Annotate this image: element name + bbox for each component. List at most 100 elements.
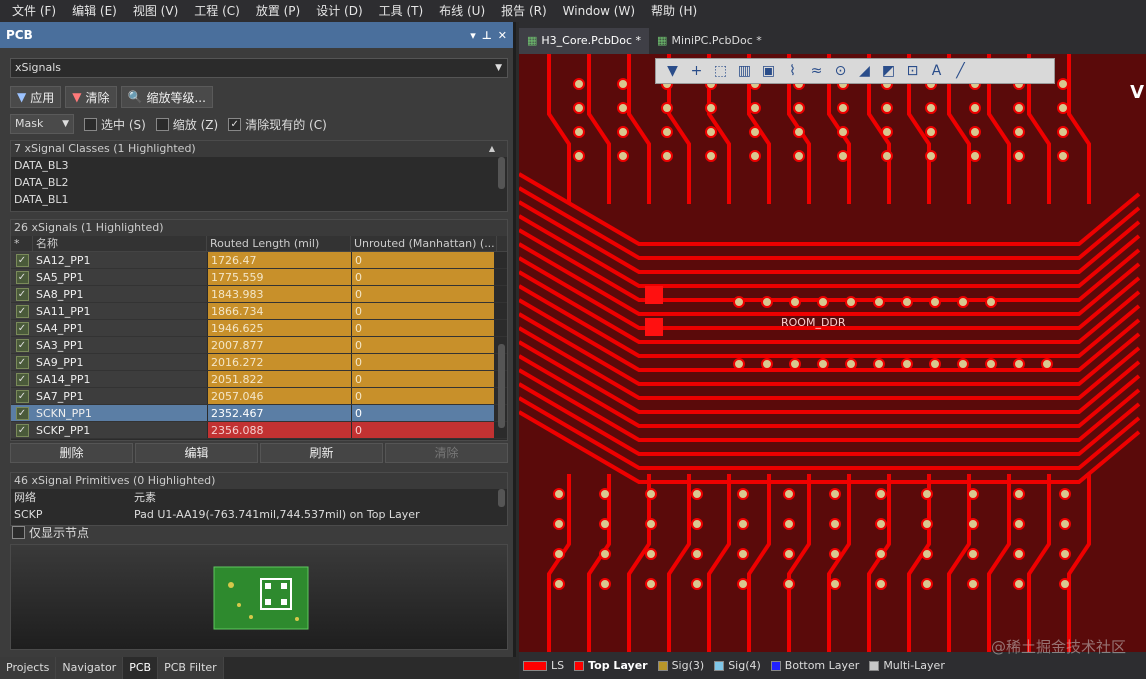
checkbox-box-checked[interactable]: ✓ xyxy=(15,270,29,284)
class-item[interactable]: DATA_BL2 xyxy=(11,174,507,191)
doc-tab-minipc[interactable]: ▦ MiniPC.PcbDoc * xyxy=(649,28,770,54)
area-icon[interactable]: ◩ xyxy=(878,61,899,81)
menu-window[interactable]: Window (W) xyxy=(555,0,643,22)
primitive-row[interactable]: SCKP Pad U1-AA19(-763.741mil,744.537mil)… xyxy=(11,506,507,523)
select-checkbox[interactable]: 选中 (S) xyxy=(84,116,146,133)
only-nodes-checkbox[interactable]: 仅显示节点 xyxy=(12,524,89,541)
checkbox-box-checked[interactable]: ✓ xyxy=(15,304,29,318)
tab-projects[interactable]: Projects xyxy=(0,657,57,679)
col-element[interactable]: 元素 xyxy=(131,489,156,506)
tab-pcb-filter[interactable]: PCB Filter xyxy=(158,657,224,679)
polygon-icon[interactable]: ◢ xyxy=(854,61,875,81)
layer-sig3[interactable]: Sig(3) xyxy=(657,659,704,672)
row-checkbox-cell[interactable]: ✓ xyxy=(11,354,33,370)
checkbox-box-checked[interactable]: ✓ xyxy=(15,321,29,335)
route-icon[interactable]: ⌇ xyxy=(782,61,803,81)
checkbox-box[interactable] xyxy=(84,117,97,131)
pin-icon[interactable]: ⊥ xyxy=(482,29,492,42)
filter-icon[interactable]: ▼ xyxy=(662,61,683,81)
layer-ls[interactable]: LS xyxy=(523,659,564,672)
signal-row[interactable]: ✓ SA14_PP1 2051.822 0 xyxy=(11,371,507,388)
text-icon[interactable]: A xyxy=(926,61,947,81)
row-checkbox-cell[interactable]: ✓ xyxy=(11,286,33,302)
layer-bottom[interactable]: Bottom Layer xyxy=(770,659,859,672)
signal-row[interactable]: ✓ SA12_PP1 1726.47 0 xyxy=(11,252,507,269)
checkbox-box[interactable] xyxy=(12,526,25,539)
checkbox-box-checked[interactable]: ✓ xyxy=(15,355,29,369)
via-icon[interactable]: ⊙ xyxy=(830,61,851,81)
select-rect-icon[interactable]: ⬚ xyxy=(710,61,731,81)
board-preview[interactable] xyxy=(10,544,508,650)
diff-pair-icon[interactable]: ≈ xyxy=(806,61,827,81)
menu-help[interactable]: 帮助 (H) xyxy=(643,0,705,22)
primitives-scrollbar[interactable] xyxy=(498,489,505,507)
row-checkbox-cell[interactable]: ✓ xyxy=(11,303,33,319)
doc-tab-h3-core[interactable]: ▦ H3_Core.PcbDoc * xyxy=(519,28,650,54)
menu-file[interactable]: 文件 (F) xyxy=(4,0,64,22)
menu-route[interactable]: 布线 (U) xyxy=(431,0,493,22)
menu-tools[interactable]: 工具 (T) xyxy=(371,0,432,22)
chevron-up-icon[interactable]: ▲ xyxy=(489,141,495,157)
row-checkbox-cell[interactable]: ✓ xyxy=(11,269,33,285)
delete-button[interactable]: 删除 xyxy=(10,443,133,463)
signal-row[interactable]: ✓ SA7_PP1 2057.046 0 xyxy=(11,388,507,405)
close-icon[interactable]: ✕ xyxy=(498,29,507,42)
checkbox-box-checked[interactable]: ✓ xyxy=(15,253,29,267)
pcb-canvas[interactable]: ROOM_DDR ▼ + ⬚ ▥ ▣ ⌇ ≈ ⊙ ◢ ◩ ⊡ A ╱ V xyxy=(519,54,1146,652)
dimension-icon[interactable]: ⊡ xyxy=(902,61,923,81)
col-routed-length[interactable]: Routed Length (mil) xyxy=(207,236,351,251)
cross-icon[interactable]: + xyxy=(686,61,707,81)
clear-existing-checkbox[interactable]: ✓ 清除现有的 (C) xyxy=(228,116,327,133)
signal-row[interactable]: ✓ SCKP_PP1 2356.088 0 xyxy=(11,422,507,439)
menu-edit[interactable]: 编辑 (E) xyxy=(64,0,125,22)
menu-project[interactable]: 工程 (C) xyxy=(186,0,248,22)
col-unrouted[interactable]: Unrouted (Manhattan) (... xyxy=(351,236,497,251)
signal-row[interactable]: ✓ SCKN_PP1 2352.467 0 xyxy=(11,405,507,422)
menu-design[interactable]: 设计 (D) xyxy=(308,0,370,22)
clear-button[interactable]: ▼ 清除 xyxy=(65,86,117,108)
mask-select[interactable]: Mask ▼ xyxy=(10,114,74,134)
tab-pcb[interactable]: PCB xyxy=(123,657,159,679)
signals-scrollbar[interactable] xyxy=(498,344,505,428)
apply-button[interactable]: ▼ 应用 xyxy=(10,86,62,108)
row-checkbox-cell[interactable]: ✓ xyxy=(11,252,33,268)
bar-chart-icon[interactable]: ▥ xyxy=(734,61,755,81)
col-net[interactable]: 网络 xyxy=(11,489,131,506)
signal-row[interactable]: ✓ SA8_PP1 1843.983 0 xyxy=(11,286,507,303)
class-item[interactable]: DATA_BL3 xyxy=(11,157,507,174)
signal-row[interactable]: ✓ SA5_PP1 1775.559 0 xyxy=(11,269,507,286)
edit-button[interactable]: 编辑 xyxy=(135,443,258,463)
layer-top[interactable]: Top Layer xyxy=(574,659,648,672)
checkbox-box-checked[interactable]: ✓ xyxy=(15,287,29,301)
checkbox-box[interactable] xyxy=(155,117,169,131)
chip-icon[interactable]: ▣ xyxy=(758,61,779,81)
signal-row[interactable]: ✓ SA9_PP1 2016.272 0 xyxy=(11,354,507,371)
row-checkbox-cell[interactable]: ✓ xyxy=(11,320,33,336)
clear-disabled-button[interactable]: 清除 xyxy=(385,443,508,463)
row-checkbox-cell[interactable]: ✓ xyxy=(11,371,33,387)
class-item[interactable]: DATA_BL1 xyxy=(11,191,507,208)
zoom-checkbox[interactable]: 缩放 (Z) xyxy=(155,116,218,133)
checkbox-box-checked[interactable]: ✓ xyxy=(15,406,29,420)
panel-menu-icon[interactable]: ▾ xyxy=(470,29,476,42)
checkbox-box-checked[interactable]: ✓ xyxy=(15,372,29,386)
menu-place[interactable]: 放置 (P) xyxy=(248,0,308,22)
row-checkbox-cell[interactable]: ✓ xyxy=(11,388,33,404)
layer-sig4[interactable]: Sig(4) xyxy=(714,659,761,672)
menu-reports[interactable]: 报告 (R) xyxy=(493,0,555,22)
checkbox-box-checked[interactable]: ✓ xyxy=(15,389,29,403)
filter-combo[interactable]: xSignals ▼ xyxy=(10,58,508,78)
layer-multi[interactable]: Multi-Layer xyxy=(869,659,945,672)
checkbox-box-checked[interactable]: ✓ xyxy=(15,423,29,437)
col-star[interactable]: * xyxy=(11,236,33,251)
checkbox-box-checked[interactable]: ✓ xyxy=(15,338,29,352)
signal-row[interactable]: ✓ SA3_PP1 2007.877 0 xyxy=(11,337,507,354)
classes-scrollbar[interactable] xyxy=(498,157,505,189)
signal-row[interactable]: ✓ SA11_PP1 1866.734 0 xyxy=(11,303,507,320)
zoom-level-button[interactable]: 🔍 缩放等级... xyxy=(120,86,213,108)
menu-view[interactable]: 视图 (V) xyxy=(125,0,186,22)
tab-navigator[interactable]: Navigator xyxy=(56,657,124,679)
col-name[interactable]: 名称 xyxy=(33,236,207,251)
checkbox-box-checked[interactable]: ✓ xyxy=(228,117,242,131)
refresh-button[interactable]: 刷新 xyxy=(260,443,383,463)
